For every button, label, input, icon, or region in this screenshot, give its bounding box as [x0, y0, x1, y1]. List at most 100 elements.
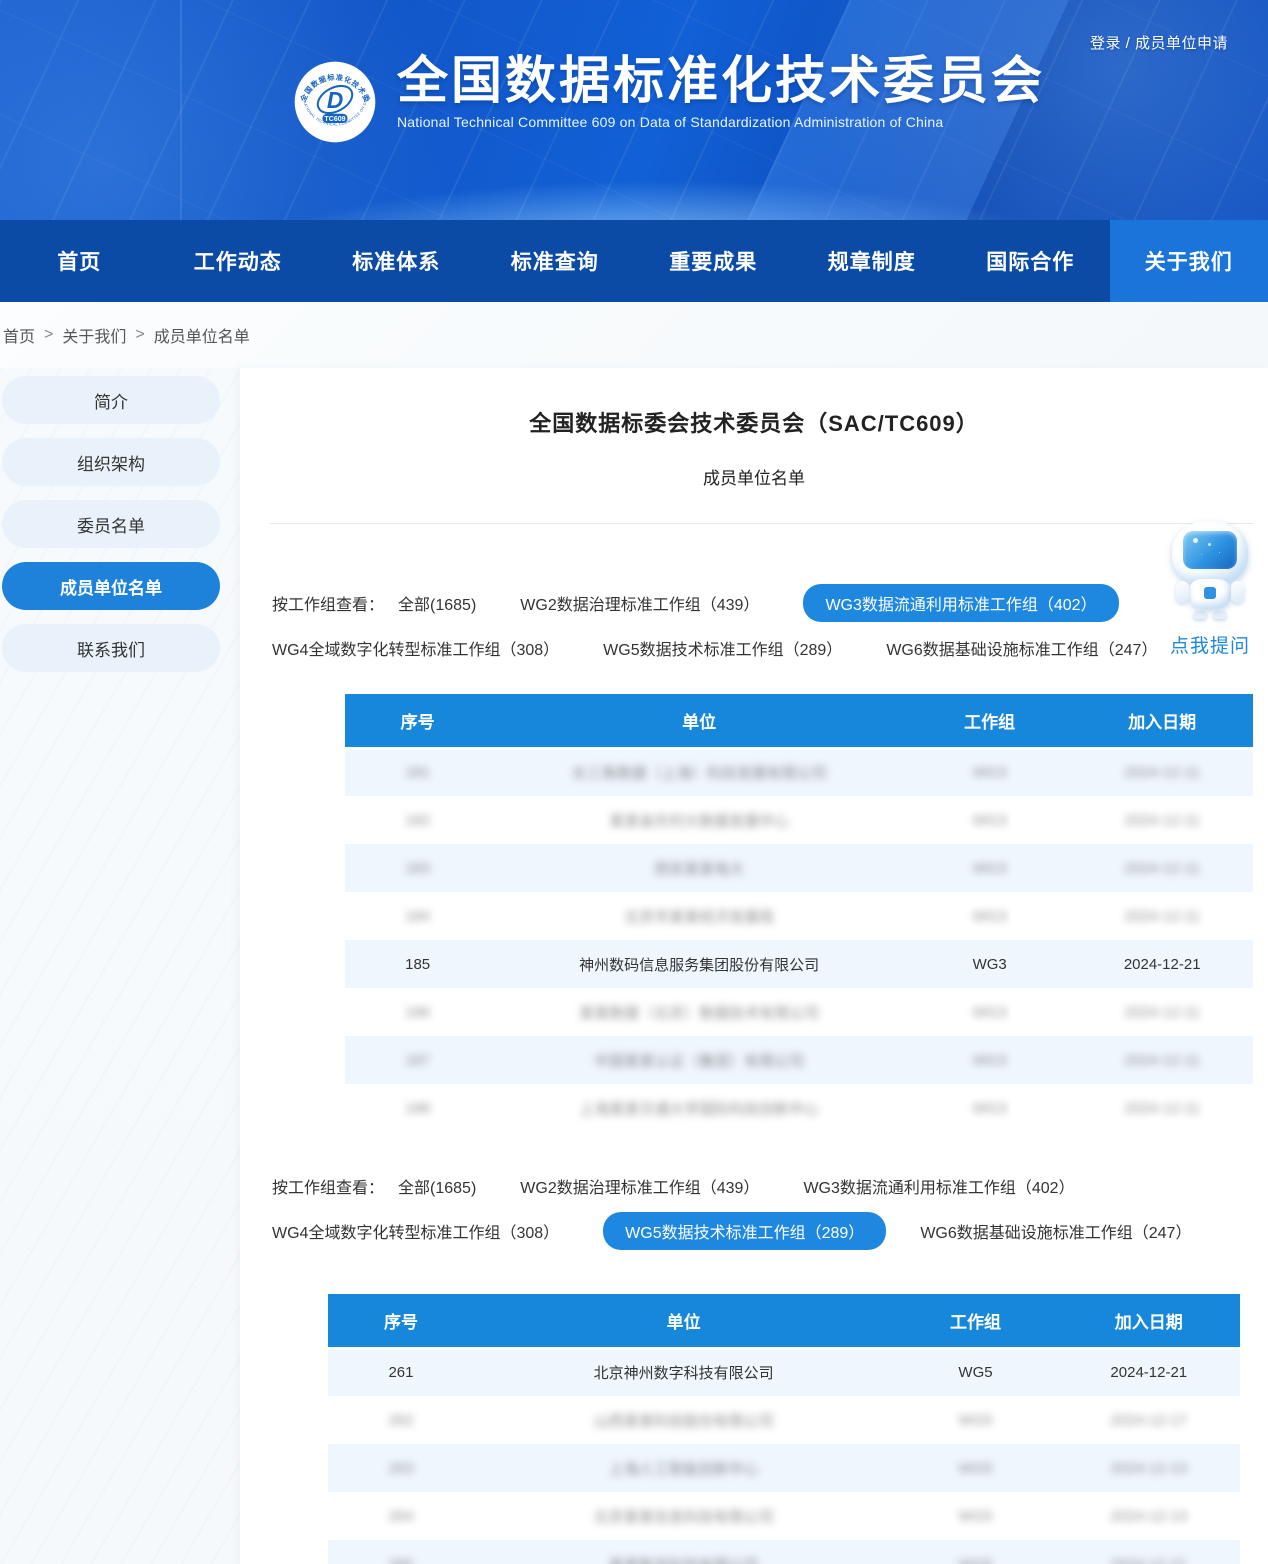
cell-group: WG5 [958, 1412, 992, 1429]
page: 登录 / 成员单位申请 全国数据标准化技术委员会 NATIONAL TECHNI… [0, 0, 1268, 1564]
cell-date: 2024-12-11 [1124, 860, 1200, 877]
column-header-unit: 单位 [490, 694, 908, 748]
table-row: 186某某数据（北京）数据技术有限公司WG32024-12-11 [345, 988, 1253, 1036]
cell-group: WG5 [958, 1508, 992, 1525]
nav-item-1[interactable]: 首页 [0, 220, 159, 302]
cell-no: 263 [388, 1460, 413, 1477]
nav-item-2[interactable]: 工作动态 [159, 220, 318, 302]
breadcrumb-item-1[interactable]: 首页 [3, 323, 35, 347]
nav-item-3[interactable]: 标准体系 [317, 220, 476, 302]
member-table-1: 序号单位工作组加入日期 181 长三角数据（上海）科技发展有限公司 WG3 2024-1… [345, 694, 1253, 1132]
divider [270, 523, 1253, 524]
breadcrumb-item-3: 成员单位名单 [154, 323, 250, 347]
cell-unit: 某某省农村大数据发展中心 [609, 813, 789, 830]
cell-no: 264 [388, 1508, 413, 1525]
cell-date: 2024-12-13 [1110, 1508, 1187, 1525]
nav-item-6[interactable]: 规章制度 [793, 220, 952, 302]
breadcrumb-item-2[interactable]: 关于我们 [62, 323, 126, 347]
cell-date: 2024-12-11 [1124, 1004, 1200, 1021]
cell-date: 2024-12-11 [1124, 764, 1200, 781]
nav-item-7[interactable]: 国际合作 [951, 220, 1110, 302]
tc609-logo-icon: 全国数据标准化技术委员会 NATIONAL TECHNICAL COMMITTE… [293, 60, 377, 144]
table-row: 263 上海人工智能创新中心 WG5 2024-12-13 [328, 1444, 1240, 1492]
cell-unit: 长三角数据（上海）科技发展有限公司 [572, 765, 827, 782]
filter-option-5[interactable]: WG5数据技术标准工作组（289） [603, 636, 842, 660]
filter-option-6[interactable]: WG6数据基础设施标准工作组（247） [920, 1219, 1191, 1243]
column-header-date: 加入日期 [1071, 694, 1253, 748]
cell-group: WG5 [958, 1460, 992, 1477]
nav-item-8[interactable]: 关于我们 [1110, 220, 1268, 302]
column-header-group: 工作组 [893, 1294, 1057, 1348]
cell-date: 2024-12-11 [1124, 908, 1200, 925]
cell-no: 182 [405, 812, 430, 829]
cell-group: WG3 [973, 956, 1007, 973]
table-row: 261北京神州数字科技有限公司WG52024-12-21 [328, 1348, 1240, 1396]
filter-option-1[interactable]: 全部(1685) [398, 1174, 476, 1198]
filter-option-2[interactable]: WG2数据治理标准工作组（439） [520, 591, 759, 615]
filter-option-3[interactable]: WG3数据流通利用标准工作组（402） [803, 584, 1118, 622]
sidebar-item-1[interactable]: 简介 [2, 376, 220, 424]
column-header-group: 工作组 [908, 694, 1071, 748]
nav-item-5[interactable]: 重要成果 [634, 220, 793, 302]
cell-date: 2024-12-11 [1124, 1052, 1200, 1069]
filter-row-2: WG4全域数字化转型标准工作组（308） WG5数据技术标准工作组（289） WG6… [272, 1212, 1268, 1250]
cell-date: 2024-12-11 [1124, 812, 1200, 829]
table-row: 187中国某某认证（集团）有限公司WG32024-12-11 [345, 1036, 1253, 1084]
cell-group: WG3 [973, 860, 1007, 877]
cell-unit: 神州数码信息服务集团股份有限公司 [579, 957, 819, 974]
filter-option-5[interactable]: WG5数据技术标准工作组（289） [603, 1212, 886, 1250]
page-subtitle: 成员单位名单 [240, 464, 1268, 489]
sidebar-item-5[interactable]: 联系我们 [2, 624, 220, 672]
login-link[interactable]: 登录 / 成员单位申请 [1090, 32, 1228, 53]
cell-group: WG5 [958, 1364, 992, 1381]
filter-option-1[interactable]: 全部(1685) [398, 591, 476, 615]
main-nav: 首页工作动态标准体系标准查询重要成果规章制度国际合作关于我们 [0, 220, 1268, 302]
cell-no: 188 [405, 1100, 430, 1117]
filter-option-4[interactable]: WG4全域数字化转型标准工作组（308） [272, 636, 559, 660]
table-row: 183西安某某电大WG32024-12-11 [345, 844, 1253, 892]
filter-option-2[interactable]: WG2数据治理标准工作组（439） [520, 1174, 759, 1198]
column-header-no: 序号 [328, 1294, 474, 1348]
filter-row-1: 按工作组查看：全部(1685)WG2数据治理标准工作组（439）WG3数据流通利… [272, 1174, 1268, 1198]
member-sections: 按工作组查看： 全部(1685) WG2数据治理标准工作组（439） WG3数据流通利… [240, 584, 1268, 1564]
column-header-no: 序号 [345, 694, 490, 748]
nav-item-4[interactable]: 标准查询 [476, 220, 635, 302]
cell-unit: 上海人工智能创新中心 [609, 1461, 759, 1478]
filter-block-2: 按工作组查看：全部(1685)WG2数据治理标准工作组（439）WG3数据流通利… [272, 1174, 1268, 1250]
cell-date: 2024-12-21 [1124, 956, 1201, 973]
cell-group: WG3 [973, 764, 1007, 781]
assistant-widget[interactable]: 点我提问 [1162, 521, 1258, 658]
table-row: 265某某数字科技有限公司WG52024-12-21 [328, 1540, 1240, 1564]
cell-date: 2024-12-13 [1110, 1460, 1187, 1477]
cell-no: 187 [405, 1052, 430, 1069]
filter-row-2: WG4全域数字化转型标准工作组（308） WG5数据技术标准工作组（289） WG6… [272, 636, 1268, 660]
sidebar-item-4[interactable]: 成员单位名单 [2, 562, 220, 610]
cell-date: 2024-12-21 [1110, 1364, 1187, 1381]
filter-option-4[interactable]: WG4全域数字化转型标准工作组（308） [272, 1219, 559, 1243]
cell-no: 265 [388, 1556, 413, 1564]
table-row: 181 长三角数据（上海）科技发展有限公司 WG3 2024-12-11 [345, 748, 1253, 796]
cell-date: 2024-12-11 [1124, 1100, 1200, 1117]
table-row: 185神州数码信息服务集团股份有限公司WG32024-12-21 [345, 940, 1253, 988]
column-header-date: 加入日期 [1058, 1294, 1240, 1348]
cell-no: 181 [405, 764, 430, 781]
assistant-label: 点我提问 [1162, 631, 1258, 658]
main-panel: 全国数据标委会技术委员会（SAC/TC609） 成员单位名单 按工作组查看： 全部… [240, 368, 1268, 1564]
sidebar-item-3[interactable]: 委员名单 [2, 500, 220, 548]
cell-unit: 某某数据（北京）数据技术有限公司 [579, 1005, 819, 1022]
filter-option-3[interactable]: WG3数据流通利用标准工作组（402） [803, 1174, 1074, 1198]
filter-label: 按工作组查看： [272, 591, 384, 615]
table-row: 264北京某某信息科技有限公司WG52024-12-13 [328, 1492, 1240, 1540]
member-table-2: 序号单位工作组加入日期261北京神州数字科技有限公司WG52024-12-212… [328, 1294, 1240, 1564]
content-area: 简介组织架构委员名单成员单位名单联系我们 全国数据标委会技术委员会（SAC/TC… [0, 368, 1268, 1564]
cell-group: WG3 [973, 812, 1007, 829]
filter-option-6[interactable]: WG6数据基础设施标准工作组（247） [886, 636, 1157, 660]
table-header-row: 序号单位工作组加入日期 [328, 1294, 1240, 1348]
cell-no: 262 [388, 1412, 413, 1429]
cell-group: WG5 [958, 1556, 992, 1564]
sidebar-item-2[interactable]: 组织架构 [2, 438, 220, 486]
site-title: 全国数据标准化技术委员会 [397, 52, 1045, 111]
page-title: 全国数据标委会技术委员会（SAC/TC609） [240, 406, 1268, 438]
sidebar: 简介组织架构委员名单成员单位名单联系我们 [0, 376, 222, 686]
cell-group: WG3 [973, 908, 1007, 925]
